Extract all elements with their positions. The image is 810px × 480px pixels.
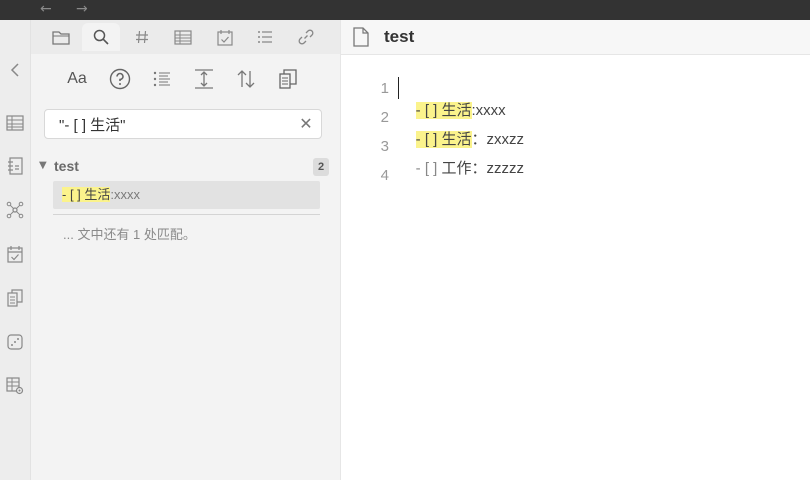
search-input[interactable] xyxy=(45,110,295,138)
search-match-item[interactable]: - [ ] 生活:xxxx xyxy=(53,181,320,209)
link-icon xyxy=(298,29,314,45)
match-context: :xxxx xyxy=(110,187,141,202)
line-number: 2 xyxy=(380,109,389,126)
graph-icon[interactable] xyxy=(5,200,25,220)
clear-search-icon[interactable]: ✕ xyxy=(299,116,313,132)
dice-icon[interactable] xyxy=(5,332,25,352)
match-count-badge: 2 xyxy=(313,158,329,176)
title-bar: ← → xyxy=(0,0,810,20)
more-matches-note[interactable]: ... 文中还有 1 处匹配。 xyxy=(63,224,196,243)
copy-icon[interactable] xyxy=(5,288,25,308)
note-title[interactable]: test xyxy=(384,27,414,47)
editor-line[interactable]: - [ ] 工作：zzzzz xyxy=(399,140,524,177)
tab-tables[interactable] xyxy=(164,23,202,51)
search-field: ✕ xyxy=(44,109,322,139)
search-options-toolbar: Aa xyxy=(31,66,340,92)
line-text: 工作：zzzzz xyxy=(437,160,525,177)
calendar-check-icon xyxy=(217,29,233,46)
list-icon xyxy=(258,31,272,43)
editor-header: test xyxy=(341,20,810,55)
line-number: 1 xyxy=(380,80,389,97)
expand-vertical-icon[interactable] xyxy=(191,66,217,92)
result-file-header[interactable]: ▼ test 2 xyxy=(39,158,329,176)
tab-search[interactable] xyxy=(82,23,120,51)
task-marker: - [ ] xyxy=(415,160,438,177)
editor-line[interactable]: - [ ] 生活:xxxx xyxy=(399,82,506,119)
tab-links[interactable] xyxy=(287,23,325,51)
editor-line[interactable]: - [ ] 生活：zxxzz xyxy=(399,111,524,148)
sort-icon[interactable] xyxy=(233,66,259,92)
table-icon xyxy=(174,29,192,45)
line-number: 4 xyxy=(380,167,389,184)
caret-down-icon[interactable]: ▼ xyxy=(39,160,47,171)
left-ribbon xyxy=(0,20,31,480)
tab-files[interactable] xyxy=(42,23,80,51)
calendar-check-icon[interactable] xyxy=(5,244,25,264)
copy-icon[interactable] xyxy=(275,66,301,92)
tab-outline[interactable] xyxy=(246,23,284,51)
collapse-left-icon[interactable] xyxy=(5,60,25,80)
table-settings-icon[interactable] xyxy=(5,376,25,396)
file-icon xyxy=(353,27,369,47)
search-icon xyxy=(93,29,109,45)
list-icon[interactable] xyxy=(149,66,175,92)
results-divider xyxy=(53,214,320,215)
table-icon[interactable] xyxy=(5,113,25,133)
forward-button[interactable]: → xyxy=(76,0,88,20)
result-file-title[interactable]: test xyxy=(54,158,79,174)
help-icon[interactable] xyxy=(107,66,133,92)
back-button[interactable]: ← xyxy=(40,0,52,20)
folder-icon xyxy=(52,30,70,45)
outline-icon[interactable] xyxy=(5,156,25,176)
match-case-icon[interactable]: Aa xyxy=(64,66,90,92)
match-highlight: - [ ] 生活 xyxy=(62,187,111,202)
tab-calendar[interactable] xyxy=(206,23,244,51)
sidebar-tab-bar xyxy=(31,20,340,54)
editor-pane: test 1 2 3 4 - [ ] 生活:xxxx - [ ] 生活：zxxz… xyxy=(340,20,810,480)
line-number: 3 xyxy=(380,138,389,155)
tab-tags[interactable] xyxy=(123,23,161,51)
hashtag-icon xyxy=(136,30,148,44)
search-sidebar: Aa ✕ ▼ test 2 - [ ] 生活:xxxx ... 文中还有 1 xyxy=(31,20,340,480)
